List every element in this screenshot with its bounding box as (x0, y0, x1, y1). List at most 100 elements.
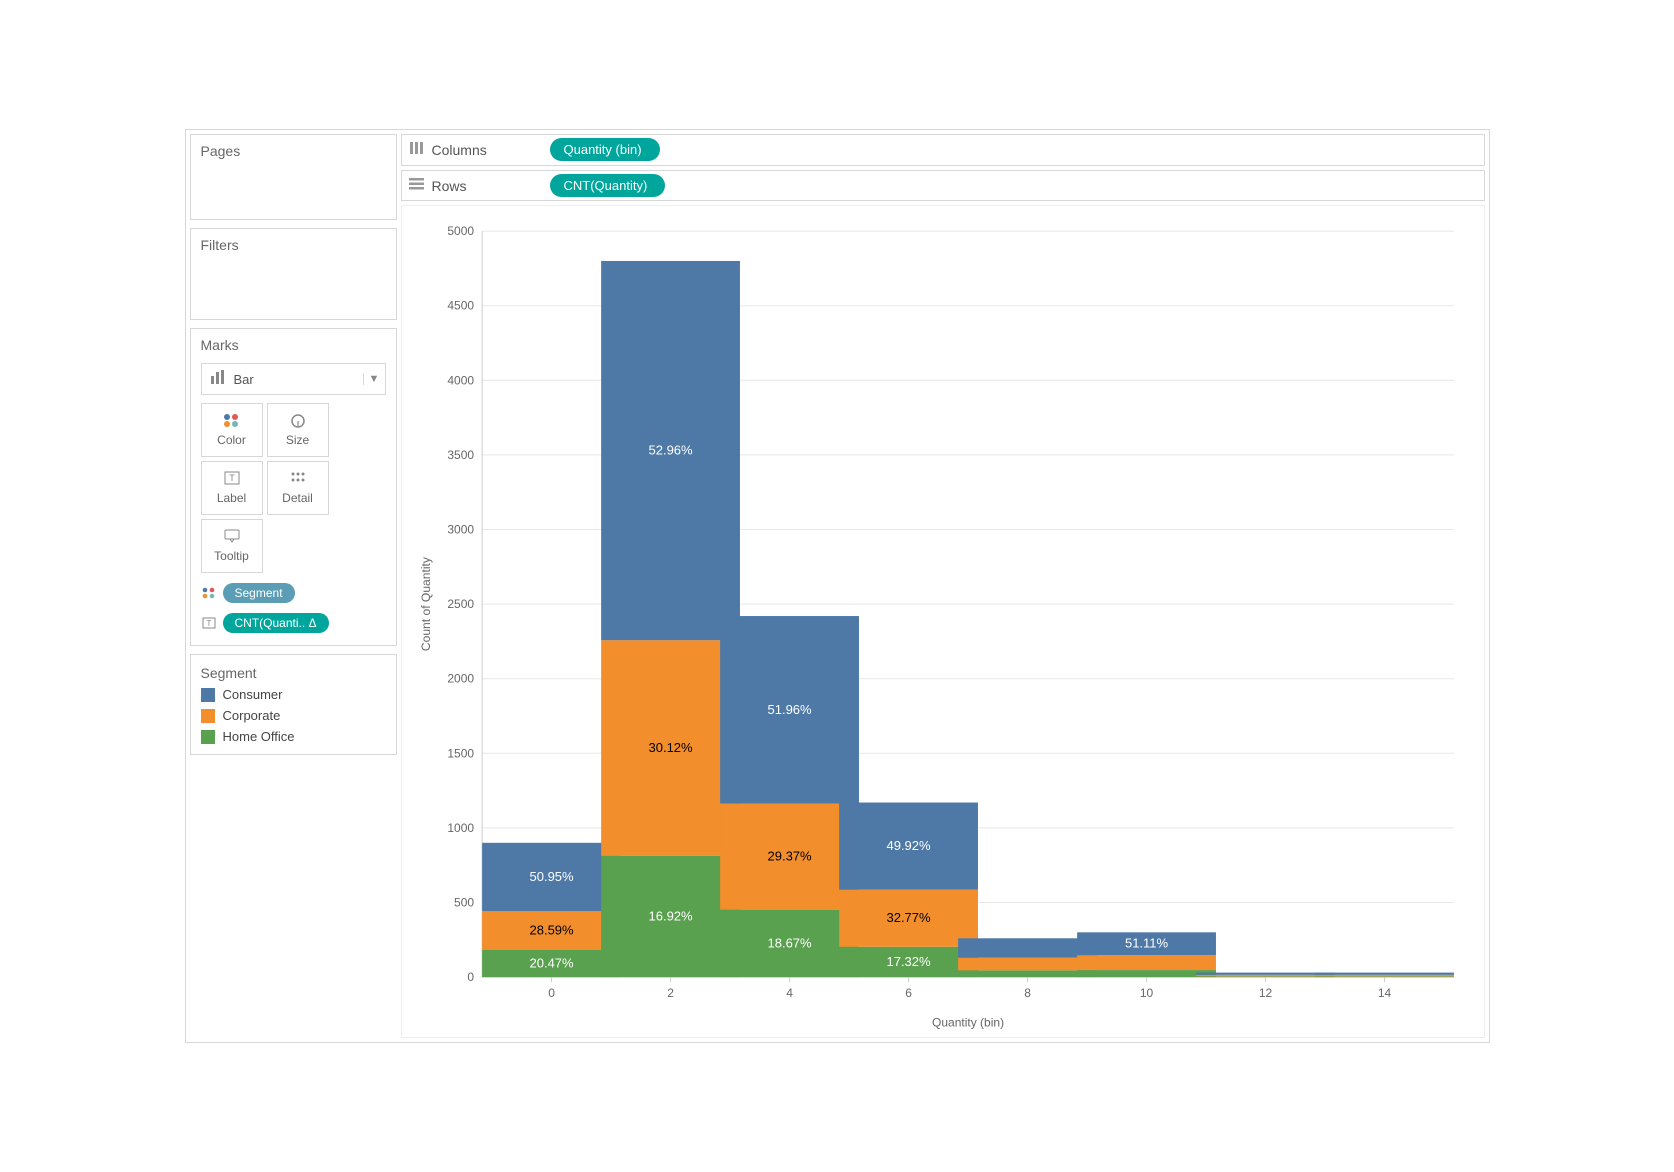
pages-title: Pages (201, 143, 386, 159)
color-icon (201, 587, 217, 599)
svg-text:14: 14 (1377, 987, 1391, 1001)
svg-text:2: 2 (667, 987, 674, 1001)
filters-title: Filters (201, 237, 386, 253)
rows-pill[interactable]: CNT(Quantity) (550, 174, 666, 197)
marks-tooltip-button[interactable]: Tooltip (201, 519, 263, 573)
bar-label: 29.37% (767, 849, 812, 864)
marks-card: Marks Bar ▼ Color (190, 328, 397, 646)
cell-label: Label (217, 491, 246, 505)
svg-text:5000: 5000 (447, 225, 474, 239)
detail-icon (290, 471, 306, 489)
marks-pill-cnt[interactable]: CNT(Quanti.. Δ (223, 613, 329, 633)
bar-label: 51.11% (1124, 936, 1168, 951)
legend-title: Segment (201, 665, 386, 681)
legend-label: Consumer (223, 687, 283, 702)
bar-label: 20.47% (529, 956, 574, 971)
label-icon: T (224, 471, 240, 489)
cell-label: Color (217, 433, 246, 447)
svg-text:8: 8 (1024, 987, 1031, 1001)
side-panels: Pages Filters Marks Bar ▼ Color (186, 130, 401, 1042)
cell-label: Detail (282, 491, 313, 505)
legend-label: Home Office (223, 729, 295, 744)
bar-segment[interactable] (958, 939, 1097, 958)
bar-chart-icon (202, 370, 234, 389)
bar-label: 30.12% (648, 741, 693, 756)
columns-shelf[interactable]: Columns Quantity (bin) (401, 134, 1485, 166)
marks-buttons: Color Size T Label (201, 403, 386, 573)
cell-label: Size (286, 433, 309, 447)
tooltip-icon (224, 529, 240, 547)
svg-text:4000: 4000 (447, 374, 474, 388)
bar-segment[interactable] (1196, 977, 1335, 978)
legend-swatch (201, 688, 215, 702)
marks-size-button[interactable]: Size (267, 403, 329, 457)
bar-label: 32.77% (886, 911, 931, 926)
worksheet-main: Columns Quantity (bin) Rows CNT(Quantity… (401, 130, 1489, 1042)
bar-label: 16.92% (648, 909, 693, 924)
legend-swatch (201, 709, 215, 723)
pages-shelf[interactable]: Pages (190, 134, 397, 220)
rows-label: Rows (432, 178, 550, 194)
legend-item[interactable]: Home Office (201, 729, 386, 744)
bar-segment[interactable] (1196, 973, 1335, 975)
marks-pill-segment[interactable]: Segment (223, 583, 295, 603)
svg-text:3500: 3500 (447, 448, 474, 462)
size-icon (289, 413, 307, 431)
bar-segment[interactable] (1315, 977, 1454, 978)
marks-color-button[interactable]: Color (201, 403, 263, 457)
svg-text:12: 12 (1258, 987, 1272, 1001)
mark-type-label: Bar (234, 372, 363, 387)
legend-card: Segment Consumer Corporate Home Office (190, 654, 397, 755)
chevron-down-icon: ▼ (363, 373, 385, 385)
columns-label: Columns (432, 142, 550, 158)
columns-pill[interactable]: Quantity (bin) (550, 138, 660, 161)
bar-segment[interactable] (1077, 956, 1216, 971)
svg-text:T: T (229, 473, 235, 483)
legend-item[interactable]: Corporate (201, 708, 386, 723)
bar-segment[interactable] (958, 958, 1097, 971)
svg-text:Count of Quantity: Count of Quantity (419, 558, 433, 652)
svg-text:T: T (206, 619, 211, 628)
svg-text:2000: 2000 (447, 672, 474, 686)
bar-label: 52.96% (648, 443, 693, 458)
legend-swatch (201, 730, 215, 744)
cell-label: Tooltip (214, 549, 249, 563)
bar-label: 49.92% (886, 839, 931, 854)
bar-segment[interactable] (1196, 975, 1335, 976)
bar-label: 51.96% (767, 702, 812, 717)
svg-text:3000: 3000 (447, 523, 474, 537)
svg-text:2500: 2500 (447, 598, 474, 612)
legend-item[interactable]: Consumer (201, 687, 386, 702)
marks-detail-button[interactable]: Detail (267, 461, 329, 515)
legend-label: Corporate (223, 708, 281, 723)
svg-text:Quantity (bin): Quantity (bin) (932, 1016, 1004, 1030)
bar-label: 17.32% (886, 954, 931, 969)
svg-text:4: 4 (786, 987, 793, 1001)
marks-title: Marks (201, 337, 386, 353)
bar-label: 28.59% (529, 923, 574, 938)
bar-segment[interactable] (1077, 971, 1216, 978)
bar-segment[interactable] (1315, 975, 1454, 976)
chart-view[interactable]: 0 500 1000 1500 2000 2500 3000 3500 4000 4500 5000… (401, 205, 1485, 1038)
filters-shelf[interactable]: Filters (190, 228, 397, 320)
color-icon (223, 413, 241, 431)
svg-text:500: 500 (454, 896, 474, 910)
bar-segment[interactable] (958, 971, 1097, 978)
rows-icon (402, 177, 432, 194)
bar-label: 50.95% (529, 870, 574, 885)
svg-text:0: 0 (548, 987, 555, 1001)
columns-icon (402, 141, 432, 159)
svg-text:6: 6 (905, 987, 912, 1001)
svg-text:1500: 1500 (447, 747, 474, 761)
rows-shelf[interactable]: Rows CNT(Quantity) (401, 170, 1485, 202)
svg-text:4500: 4500 (447, 299, 474, 313)
tableau-worksheet: Pages Filters Marks Bar ▼ Color (185, 129, 1490, 1043)
marks-label-button[interactable]: T Label (201, 461, 263, 515)
legend-items: Consumer Corporate Home Office (201, 687, 386, 744)
svg-text:0: 0 (467, 971, 474, 985)
svg-text:10: 10 (1139, 987, 1153, 1001)
svg-text:1000: 1000 (447, 821, 474, 835)
bar-segment[interactable] (1315, 973, 1454, 975)
bar-label: 18.67% (767, 936, 812, 951)
mark-type-select[interactable]: Bar ▼ (201, 363, 386, 395)
